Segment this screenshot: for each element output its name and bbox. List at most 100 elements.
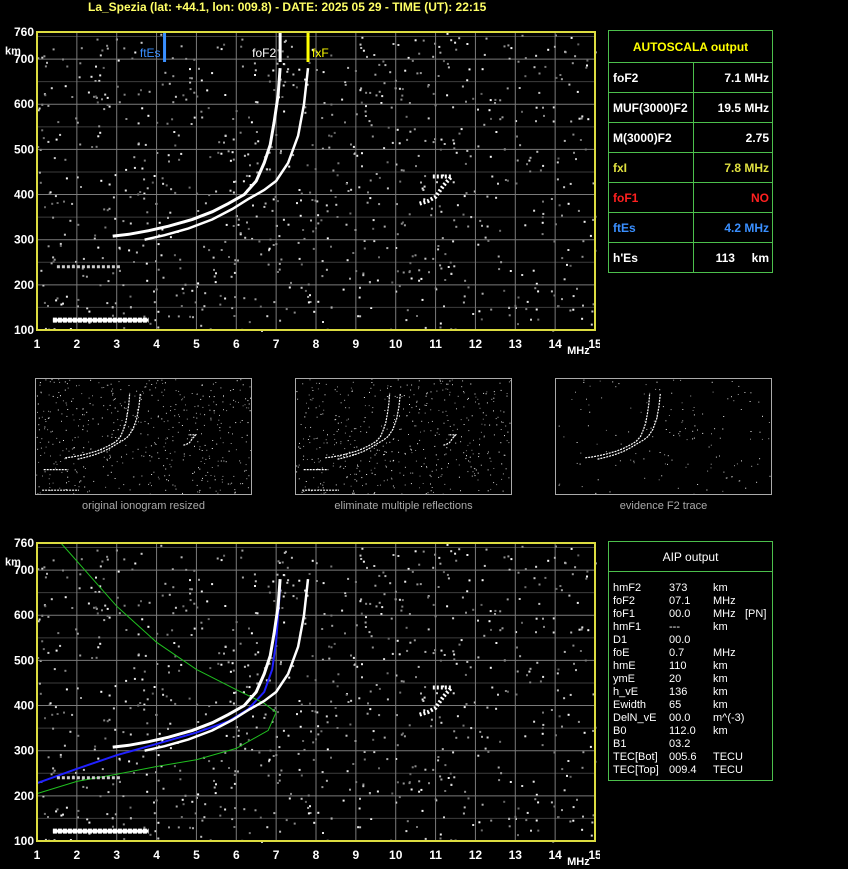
thumb-noise-dot <box>426 403 428 404</box>
thumb-noise-dot <box>715 456 717 458</box>
thumb-noise-dot <box>249 410 251 412</box>
noise-dot <box>516 159 519 162</box>
noise-dot <box>350 143 352 146</box>
thumb-noise-dot <box>455 442 457 444</box>
noise-dot <box>543 114 545 117</box>
noise-dot <box>583 731 586 734</box>
noise-dot <box>94 95 97 98</box>
noise-dot <box>352 763 355 765</box>
noise-dot <box>257 651 260 654</box>
noise-dot <box>447 577 450 580</box>
noise-dot <box>336 685 339 688</box>
thumb-noise-dot <box>351 430 353 432</box>
noise-dot <box>364 626 367 628</box>
thumb-noise-dot <box>571 399 573 400</box>
noise-dot <box>390 617 393 620</box>
noise-dot <box>168 593 171 596</box>
noise-dot <box>453 219 456 222</box>
noise-dot <box>581 255 584 258</box>
thumb-noise-dot <box>446 447 448 449</box>
noise-dot <box>174 702 177 705</box>
noise-dot <box>480 829 483 832</box>
noise-dot <box>193 627 196 630</box>
noise-dot <box>337 162 340 165</box>
thumb-noise-dot <box>428 422 429 424</box>
noise-dot <box>563 697 566 700</box>
noise-dot <box>82 785 85 788</box>
noise-dot <box>300 199 302 202</box>
noise-dot <box>283 551 286 554</box>
noise-dot <box>466 554 469 556</box>
noise-dot <box>563 139 566 142</box>
thumb-noise-dot <box>107 409 109 411</box>
thumb-noise-dot <box>425 405 427 406</box>
noise-dot <box>460 639 463 642</box>
thumb-noise-dot <box>235 422 237 424</box>
thumb-noise-dot <box>404 466 406 468</box>
noise-dot <box>271 209 274 212</box>
noise-dot <box>134 51 137 54</box>
thumb-noise-dot <box>483 392 485 394</box>
noise-dot <box>97 246 100 249</box>
noise-dot <box>180 663 183 666</box>
thumb-noise-dot <box>467 444 469 446</box>
thumb-noise-dot <box>460 441 462 443</box>
noise-dot <box>200 621 203 624</box>
thumb-noise-dot <box>37 448 39 450</box>
thumb-noise-dot <box>403 395 405 397</box>
autoscala-row-m-3000-f2: M(3000)F2 2.75 <box>609 123 772 153</box>
noise-dot <box>396 781 399 784</box>
noise-dot <box>258 240 261 243</box>
thumb-noise-dot <box>465 458 467 460</box>
noise-dot <box>446 94 449 97</box>
noise-dot <box>95 656 98 659</box>
noise-dot <box>101 98 103 101</box>
autoscala-row-h-es: h'Es 113 km <box>609 243 772 273</box>
thumb-noise-dot <box>487 453 489 455</box>
noise-dot <box>398 653 401 656</box>
thumb-noise-dot <box>579 463 581 465</box>
noise-dot <box>266 826 269 829</box>
thumb-noise-dot <box>165 489 167 491</box>
thumb-noise-dot <box>370 469 372 471</box>
thumb-noise-dot <box>92 404 94 406</box>
noise-dot <box>143 178 146 181</box>
noise-dot <box>99 565 102 568</box>
thumb-noise-dot <box>350 443 352 445</box>
aip-name: hmE <box>613 660 636 672</box>
thumb-noise-dot <box>390 386 392 387</box>
aip-extra: [PN] <box>745 608 767 620</box>
noise-dot <box>535 631 537 634</box>
noise-dot <box>64 158 67 161</box>
noise-dot <box>364 110 367 113</box>
noise-dot <box>344 83 347 86</box>
noise-dot <box>400 733 403 736</box>
noise-dot <box>220 152 223 155</box>
noise-dot <box>446 543 449 546</box>
thumb-noise-dot <box>494 393 496 395</box>
noise-dot <box>420 277 423 280</box>
thumb-noise-dot <box>424 412 426 414</box>
noise-dot <box>469 155 472 158</box>
thumb-noise-dot <box>581 486 583 488</box>
noise-dot <box>567 202 570 205</box>
y-tick-label: 760 <box>14 26 34 39</box>
noise-dot <box>487 750 490 753</box>
noise-dot <box>490 819 493 822</box>
thumb-noise-dot <box>371 472 373 474</box>
aip-value: 20 <box>669 673 682 685</box>
thumb-noise-dot <box>45 446 47 448</box>
noise-dot <box>438 205 441 208</box>
thumb-noise-dot <box>49 474 51 476</box>
thumb-noise-dot <box>195 412 197 414</box>
thumb-noise-dot <box>357 464 358 466</box>
noise-dot <box>572 644 575 647</box>
thumb-noise-dot <box>399 415 400 416</box>
noise-dot <box>165 695 168 698</box>
noise-dot <box>455 48 458 51</box>
noise-dot <box>418 563 421 566</box>
noise-dot <box>438 716 441 719</box>
thumb-noise-dot <box>175 404 177 406</box>
thumb-noise-dot <box>343 483 345 485</box>
thumb-noise-dot <box>374 467 376 469</box>
